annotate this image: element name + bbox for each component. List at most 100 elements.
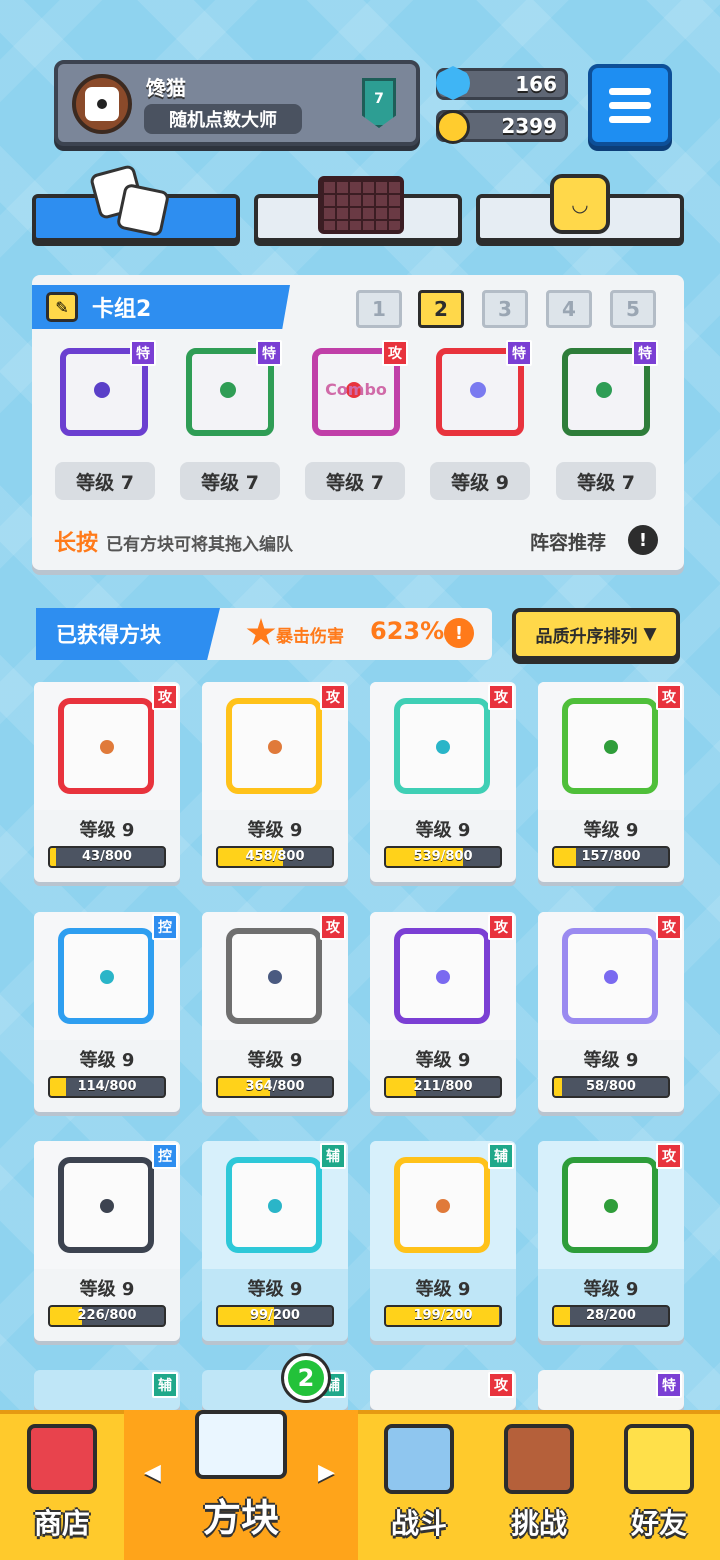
deck-slot-5[interactable]: 特 [554,340,658,444]
xp-progress-text: 43/800 [82,849,132,864]
xp-progress-bar: 99/200 [216,1305,334,1327]
deck-slot-2[interactable]: 特 [178,340,282,444]
crit-info-icon[interactable]: ! [444,618,474,648]
xp-progress-text: 99/200 [250,1308,300,1323]
block-pip [604,740,618,754]
sword-shield-icon [384,1424,454,1494]
deck-number-3[interactable]: 3 [482,290,528,328]
avatar [72,74,132,134]
dice-avatar-icon [85,87,119,121]
block-level: 等级 9 [247,1279,303,1300]
block-level: 等级 9 [583,1050,639,1071]
block-card[interactable]: 辅 [34,1370,180,1410]
shop-icon [27,1424,97,1494]
deck-slot-level: 等级 9 [430,462,530,500]
deck-number-4[interactable]: 4 [546,290,592,328]
block-face [226,1157,322,1253]
chevron-down-icon: ▼ [643,624,657,644]
xp-progress-bar: 364/800 [216,1076,334,1098]
block-face [562,698,658,794]
block-type-tag: 辅 [320,1143,346,1169]
block-card[interactable]: 攻等级 9 58/800 [538,912,684,1112]
nav-blocks[interactable]: 方块 [124,1410,358,1560]
xp-progress-bar: 211/800 [384,1076,502,1098]
deck-slot-1[interactable]: 特 [52,340,156,444]
block-face [394,1157,490,1253]
block-type-tag: 攻 [488,914,514,940]
block-card[interactable]: 辅等级 9 99/200 [202,1141,348,1341]
block-card[interactable]: 攻等级 9 157/800 [538,682,684,882]
nav-shop[interactable]: 商店 [0,1410,124,1560]
block-card[interactable]: 攻等级 9 458/800 [202,682,348,882]
block-type-tag: 攻 [488,684,514,710]
deck-number-1[interactable]: 1 [356,290,402,328]
block-pip [268,970,282,984]
block-pip [436,1199,450,1213]
xp-progress-text: 157/800 [581,849,641,864]
xp-progress-text: 199/200 [413,1308,473,1323]
xp-progress-bar: 458/800 [216,846,334,868]
block-level: 等级 9 [583,1279,639,1300]
xp-progress-bar: 58/800 [552,1076,670,1098]
nav-challenge-label: 挑战 [510,1507,567,1540]
signpost-icon [504,1424,574,1494]
deck-slot-4[interactable]: 特 [428,340,532,444]
deck-number-5[interactable]: 5 [610,290,656,328]
deck-number-2[interactable]: 2 [418,290,464,328]
nav-blocks-label: 方块 [202,1496,279,1540]
xp-progress-text: 58/800 [586,1079,636,1094]
block-pip [100,970,114,984]
block-pip [100,740,114,754]
block-type-tag: 辅 [152,1372,178,1398]
board-icon [318,176,404,234]
friend-character-icon [624,1424,694,1494]
block-level: 等级 9 [79,1050,135,1071]
block-card[interactable]: 攻 [370,1370,516,1410]
block-type-tag: 攻 [152,684,178,710]
deck-slot-level: 等级 7 [305,462,405,500]
block-card[interactable]: 特 [538,1370,684,1410]
block-pip [436,740,450,754]
combo-text: Combo [325,380,387,399]
nav-right-arrow-icon[interactable]: ▶ [318,1460,335,1485]
nav-battle[interactable]: 战斗 [358,1410,480,1560]
deck-slot-3[interactable]: Combo 攻 [304,340,408,444]
block-face [226,928,322,1024]
xp-progress-bar: 28/200 [552,1305,670,1327]
block-level: 等级 9 [415,820,471,841]
deck-slot-level: 等级 7 [556,462,656,500]
lineup-recommend-button[interactable]: 阵容推荐 [530,528,606,555]
nav-left-arrow-icon[interactable]: ◀ [144,1460,161,1485]
block-face [58,698,154,794]
block-card[interactable]: 攻等级 9 364/800 [202,912,348,1112]
block-pip [604,1199,618,1213]
block-card[interactable]: 攻等级 9 28/200 [538,1141,684,1341]
block-type-tag: 攻 [656,1143,682,1169]
block-card[interactable]: 攻等级 9 539/800 [370,682,516,882]
nav-challenge[interactable]: 挑战 [480,1410,598,1560]
xp-progress-text: 458/800 [245,849,305,864]
block-card[interactable]: 攻等级 9 211/800 [370,912,516,1112]
block-face [58,928,154,1024]
block-type-tag: 特 [130,340,156,366]
xp-progress-text: 364/800 [245,1079,305,1094]
xp-progress-bar: 199/200 [384,1305,502,1327]
sort-dropdown[interactable]: 品质升序排列 ▼ [512,608,680,660]
info-icon[interactable]: ! [628,525,658,555]
menu-button[interactable] [588,64,672,146]
xp-progress-text: 539/800 [413,849,473,864]
block-card[interactable]: 辅等级 9 199/200 [370,1141,516,1341]
nav-friends[interactable]: 好友 [598,1410,720,1560]
block-type-tag: 特 [656,1372,682,1398]
profile-panel[interactable]: 馋猫 随机点数大师 7 [54,60,420,146]
block-card[interactable]: 控等级 9 114/800 [34,912,180,1112]
nav-friends-label: 好友 [630,1507,687,1540]
block-type-tag: 攻 [656,684,682,710]
block-card[interactable]: 攻等级 9 43/800 [34,682,180,882]
block-card[interactable]: 控等级 9 226/800 [34,1141,180,1341]
xp-progress-bar: 43/800 [48,846,166,868]
pencil-icon[interactable]: ✎ [46,292,78,322]
block-pip [436,970,450,984]
block-pip [596,382,612,398]
block-type-tag: 攻 [488,1372,514,1398]
